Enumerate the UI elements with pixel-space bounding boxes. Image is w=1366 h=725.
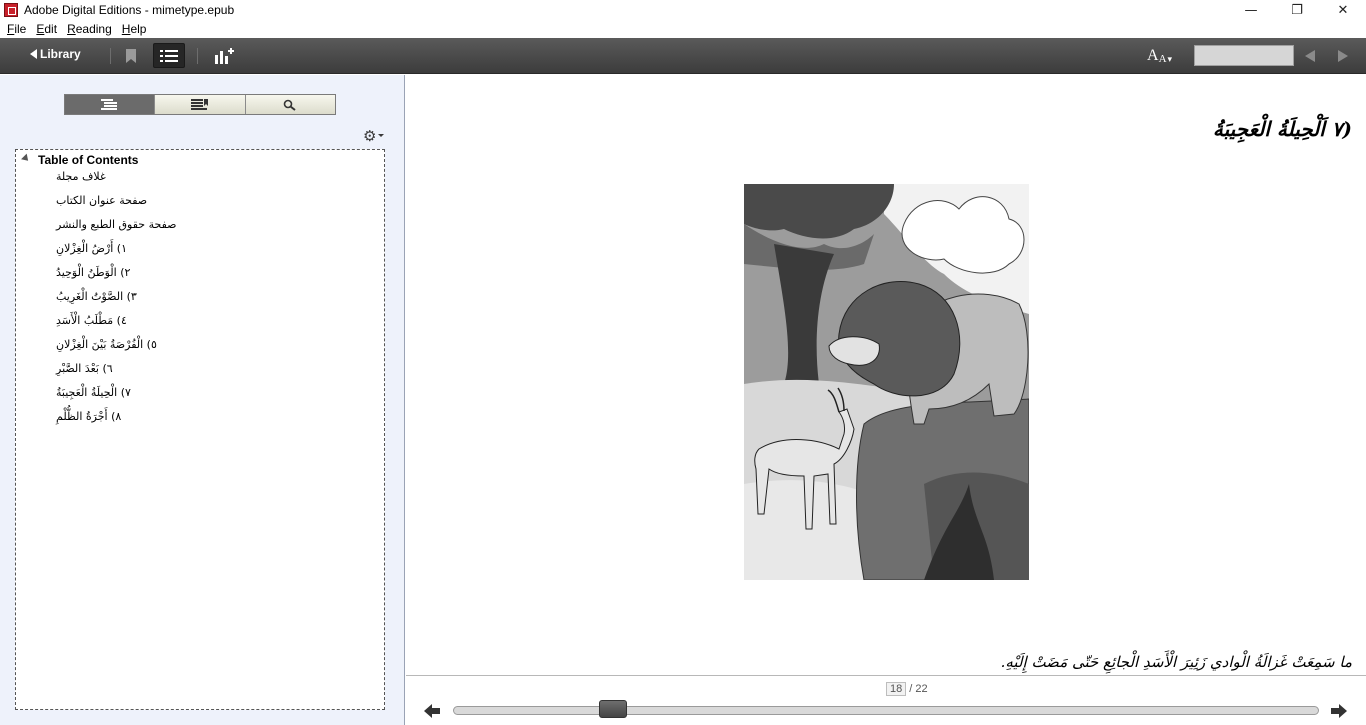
restore-button[interactable]: ❐ — [1274, 0, 1320, 20]
total-pages: / 22 — [909, 683, 928, 695]
toc-tab[interactable] — [65, 95, 156, 114]
font-size-icon[interactable]: A A ▾ — [1147, 47, 1172, 65]
toc-item[interactable]: صفحة حقوق الطبع والنشر — [56, 217, 177, 241]
menu-file[interactable]: File — [7, 22, 26, 36]
toc-tree: Table of Contents غلاف مجلة صفحة عنوان ا… — [15, 149, 385, 710]
sidebar: ⚙ Table of Contents غلاف مجلة صفحة عنوان… — [0, 75, 405, 725]
menu-help[interactable]: Help — [122, 22, 147, 36]
title-bar: Adobe Digital Editions - mimetype.epub —… — [0, 0, 1366, 20]
search-tab[interactable] — [245, 95, 335, 114]
toolbar-separator — [197, 48, 198, 64]
app-logo-icon — [4, 3, 18, 17]
page-slider-track[interactable] — [453, 706, 1319, 715]
toc-item[interactable]: ٥) الْفُرْصَةُ بَيْنَ الْغِزْلانِ — [56, 337, 177, 361]
toc-item[interactable]: ٦) بَعْدَ الصَّبْرِ — [56, 361, 177, 385]
search-input[interactable] — [1194, 45, 1294, 66]
pagination-bar: 18 / 22 — [406, 675, 1366, 725]
chapter-title: (٧ اَلْحِيلَةُ الْعَجِيبَةُ — [1212, 117, 1352, 141]
prev-page-icon[interactable] — [1305, 50, 1315, 62]
toc-list-icon[interactable] — [153, 43, 185, 68]
sidebar-tabs — [64, 94, 336, 115]
minimize-button[interactable]: — — [1228, 0, 1274, 20]
page-indicator: 18 / 22 — [886, 682, 928, 696]
bookmark-icon[interactable] — [126, 49, 136, 63]
page-slider-thumb[interactable] — [598, 700, 627, 718]
reading-pane[interactable]: (٧ اَلْحِيلَةُ الْعَجِيبَةُ ما سَمِعَتْ … — [406, 75, 1366, 675]
toc-item[interactable]: ٨) أَجْرَةُ الظُّلْمِ — [56, 409, 177, 433]
prev-page-arrow-icon[interactable] — [424, 704, 440, 718]
toc-item[interactable]: صفحة عنوان الكتاب — [56, 193, 177, 217]
menu-reading[interactable]: Reading — [67, 22, 112, 36]
toc-tab-icon — [100, 98, 117, 110]
search-tab-icon — [284, 99, 296, 111]
toc-item[interactable]: ٧) الْحِيلَةُ الْعَجِيبَةُ — [56, 385, 177, 409]
toc-list: غلاف مجلة صفحة عنوان الكتاب صفحة حقوق ال… — [56, 169, 177, 433]
window-title: Adobe Digital Editions - mimetype.epub — [24, 3, 235, 17]
next-page-arrow-icon[interactable] — [1331, 704, 1347, 718]
window-controls: — ❐ ✕ — [1228, 0, 1366, 20]
expand-triangle-icon[interactable] — [21, 153, 31, 164]
toc-root[interactable]: Table of Contents — [21, 153, 138, 167]
library-button[interactable]: Library — [30, 47, 81, 61]
toolbar-separator — [110, 48, 111, 64]
list-icon — [160, 49, 178, 62]
toc-item[interactable]: ١) أَرْضُ الْغِزْلانِ — [56, 241, 177, 265]
bookmarks-tab-icon — [190, 98, 208, 110]
gear-menu-caret-icon[interactable] — [378, 134, 384, 137]
back-arrow-icon — [30, 49, 37, 59]
current-page-input[interactable]: 18 — [886, 682, 907, 696]
menu-edit[interactable]: Edit — [36, 22, 57, 36]
add-stats-icon[interactable] — [214, 47, 234, 65]
toc-item[interactable]: غلاف مجلة — [56, 169, 177, 193]
gear-icon[interactable]: ⚙ — [363, 127, 376, 145]
lion-and-gazelle-illustration — [744, 184, 1029, 580]
toc-item[interactable]: ٤) مَطْلَبُ الْأَسَدِ — [56, 313, 177, 337]
toc-item[interactable]: ٢) الْوَطَنُ الْوَحِيدُ — [56, 265, 177, 289]
menu-bar: File Edit Reading Help — [0, 20, 1366, 38]
close-button[interactable]: ✕ — [1320, 0, 1366, 20]
page-caption: ما سَمِعَتْ غَزالَةُ الْوادي زَئِيرَ الْ… — [1000, 653, 1352, 671]
next-page-icon[interactable] — [1338, 50, 1348, 62]
bookmarks-tab[interactable] — [155, 95, 246, 114]
reader-toolbar: Library A A ▾ — [0, 38, 1366, 74]
toc-item[interactable]: ٣) الصَّوْتُ الْغَرِيبُ — [56, 289, 177, 313]
